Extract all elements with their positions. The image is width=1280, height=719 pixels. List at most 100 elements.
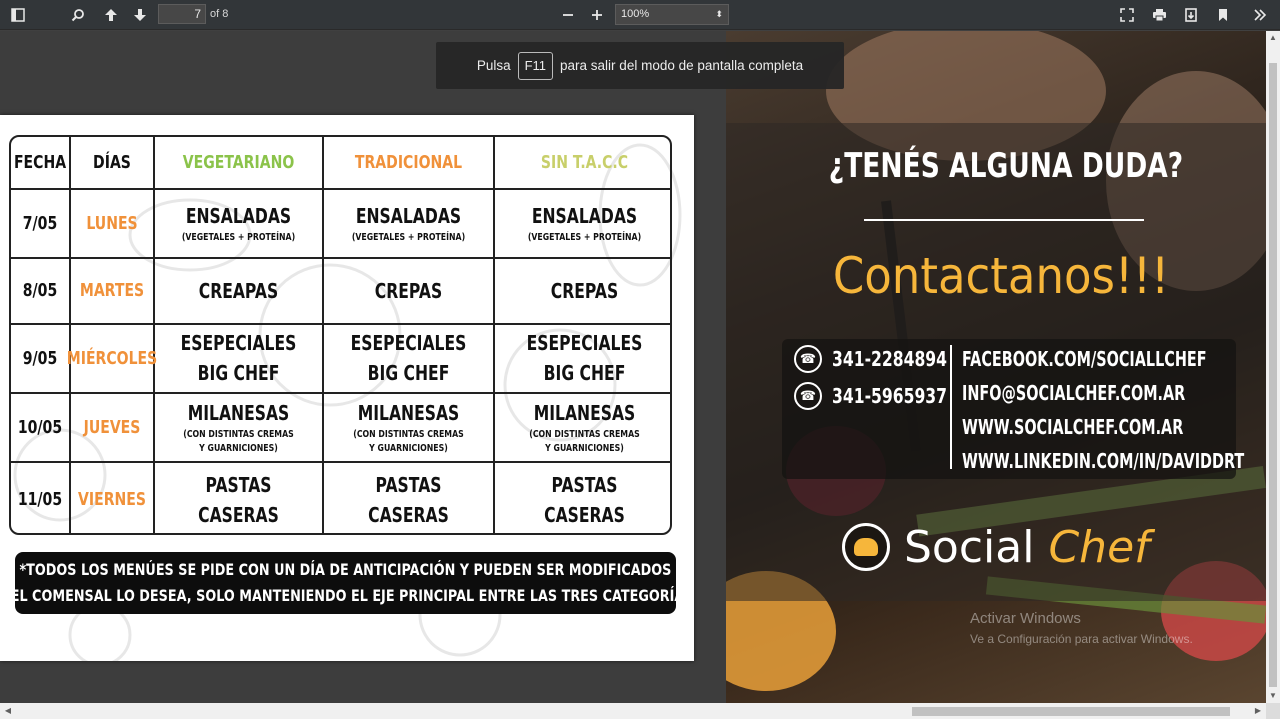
row-day: MIÉRCOLES bbox=[66, 347, 158, 369]
brand-social: Social bbox=[904, 521, 1035, 573]
phone-number: 341-2284894 bbox=[832, 347, 948, 371]
print-icon[interactable] bbox=[1149, 5, 1169, 25]
chef-hat-icon bbox=[842, 523, 890, 571]
facebook-link: FACEBOOK.COM/SOCIALLCHEF bbox=[962, 347, 1207, 371]
whatsapp-icon: ☎ bbox=[794, 345, 822, 373]
sidebar-toggle-icon[interactable] bbox=[8, 5, 28, 25]
watermark-line-2: Ve a Configuración para activar Windows. bbox=[970, 632, 1193, 646]
dish-subtitle: (VEGETALES + PROTEÍNA) bbox=[181, 231, 296, 243]
bookmark-icon[interactable] bbox=[1213, 5, 1233, 25]
scroll-down-icon[interactable]: ▼ bbox=[1266, 689, 1280, 703]
scroll-left-icon[interactable]: ◀ bbox=[0, 703, 16, 719]
dish-subtitle: (CON DISTINTAS CREMAS bbox=[353, 428, 464, 440]
dish-name: MILANESAS bbox=[187, 400, 290, 425]
row-day: JUEVES bbox=[83, 416, 141, 438]
menu-page: FECHA DÍAS VEGETARIANO TRADICIONAL SIN T… bbox=[0, 115, 694, 661]
contact-box: ☎ 341-2284894 ☎ 341-5965937 FACEBOOK.COM… bbox=[782, 339, 1244, 479]
f11-key: F11 bbox=[517, 51, 554, 80]
menu-table: FECHA DÍAS VEGETARIANO TRADICIONAL SIN T… bbox=[9, 135, 672, 535]
horizontal-scroll-thumb[interactable] bbox=[912, 707, 1230, 716]
heading-underline bbox=[864, 219, 1144, 221]
dish-subtitle: (CON DISTINTAS CREMAS bbox=[183, 428, 294, 440]
zoom-select[interactable]: 100% ⬍ bbox=[615, 4, 729, 25]
zoom-in-icon[interactable] bbox=[587, 5, 607, 25]
dish-name: PASTAS CASERAS bbox=[198, 472, 279, 527]
dish-name: CREAPAS bbox=[198, 278, 279, 303]
menu-cell-trad: MILANESAS (CON DISTINTAS CREMAS Y GUARNI… bbox=[343, 393, 475, 461]
row-day: VIERNES bbox=[78, 489, 146, 510]
menu-cell-sin: MILANESAS (CON DISTINTAS CREMAS Y GUARNI… bbox=[515, 393, 655, 461]
search-icon[interactable] bbox=[68, 5, 88, 25]
scrollbar-corner bbox=[1266, 703, 1280, 719]
menu-cell-veg: ESEPECIALES BIG CHEF bbox=[173, 324, 303, 392]
zoom-out-icon[interactable] bbox=[558, 5, 578, 25]
dish-name-line2: BIG CHEF bbox=[197, 361, 280, 385]
dish-name: ESEPECIALES bbox=[350, 331, 467, 355]
vertical-scroll-thumb[interactable] bbox=[1269, 63, 1277, 687]
menu-cell-sin: CREPAS bbox=[515, 258, 655, 323]
horizontal-scrollbar[interactable]: ◀ ▶ bbox=[0, 703, 1266, 719]
dish-name: CREPAS bbox=[550, 278, 619, 303]
dish-name: MILANESAS bbox=[357, 400, 460, 425]
header-dias: DÍAS bbox=[93, 152, 131, 173]
menu-cell-veg: CREAPAS bbox=[173, 258, 303, 323]
header-sin-tacc: SIN T.A.C.C bbox=[540, 152, 629, 173]
vertical-scrollbar[interactable]: ▲ ▼ bbox=[1266, 31, 1280, 703]
notice-line-2: SI EL COMENSAL LO DESEA, SOLO MANTENIEND… bbox=[0, 586, 694, 605]
scroll-right-icon[interactable]: ▶ bbox=[1250, 703, 1266, 719]
dish-name: PASTAS CASERAS bbox=[544, 472, 625, 527]
page-number-input[interactable]: 7 bbox=[158, 4, 206, 24]
menu-cell-trad: PASTAS CASERAS bbox=[343, 462, 475, 533]
dish-name-line2: BIG CHEF bbox=[367, 361, 450, 385]
menu-cell-trad: ENSALADAS (VEGETALES + PROTEÍNA) bbox=[343, 189, 475, 257]
dish-name-line2: BIG CHEF bbox=[543, 361, 626, 385]
next-page-icon[interactable] bbox=[130, 5, 150, 25]
linkedin-link: WWW.LINKEDIN.COM/IN/DAVIDDRT bbox=[962, 449, 1245, 473]
email-link: INFO@SOCIALCHEF.COM.AR bbox=[962, 381, 1186, 405]
previous-page-icon[interactable] bbox=[101, 5, 121, 25]
document-viewer[interactable]: FECHA DÍAS VEGETARIANO TRADICIONAL SIN T… bbox=[0, 31, 1266, 703]
header-tradicional: TRADICIONAL bbox=[354, 152, 463, 173]
row-date: 9/05 bbox=[22, 347, 58, 369]
tools-icon[interactable] bbox=[1250, 5, 1270, 25]
dish-subtitle: (CON DISTINTAS CREMAS bbox=[529, 428, 640, 440]
brand-logo: Social Chef bbox=[842, 517, 1150, 577]
dish-subtitle-line2: Y GUARNICIONES) bbox=[369, 443, 448, 454]
menu-cell-veg: PASTAS CASERAS bbox=[173, 462, 303, 533]
row-date: 7/05 bbox=[22, 212, 58, 234]
website-link: WWW.SOCIALCHEF.COM.AR bbox=[962, 415, 1184, 439]
menu-cell-sin: ESEPECIALES BIG CHEF bbox=[515, 324, 655, 392]
menu-notice: *TODOS LOS MENÚES SE PIDE CON UN DÍA DE … bbox=[0, 552, 694, 614]
pdf-toolbar: 7 of 8 100% ⬍ bbox=[0, 0, 1280, 30]
presentation-mode-icon[interactable] bbox=[1117, 5, 1137, 25]
watermark-line-1: Activar Windows bbox=[970, 610, 1081, 627]
download-icon[interactable] bbox=[1181, 5, 1201, 25]
zoom-value: 100% bbox=[621, 8, 650, 20]
whatsapp-icon: ☎ bbox=[794, 382, 822, 410]
row-date: 10/05 bbox=[17, 416, 63, 438]
contact-divider bbox=[950, 345, 952, 469]
dish-name: ESEPECIALES bbox=[526, 331, 643, 355]
dish-name: ENSALADAS bbox=[355, 203, 462, 228]
dish-subtitle: (VEGETALES + PROTEÍNA) bbox=[527, 231, 642, 243]
dish-name: CREPAS bbox=[374, 278, 443, 303]
menu-cell-trad: CREPAS bbox=[343, 258, 475, 323]
row-day: LUNES bbox=[86, 212, 138, 234]
scroll-up-icon[interactable]: ▲ bbox=[1266, 31, 1280, 45]
menu-cell-sin: PASTAS CASERAS bbox=[515, 462, 655, 533]
select-arrows-icon: ⬍ bbox=[715, 9, 723, 19]
row-day: MARTES bbox=[79, 280, 145, 301]
dish-subtitle: (VEGETALES + PROTEÍNA) bbox=[351, 231, 466, 243]
dish-subtitle-line2: Y GUARNICIONES) bbox=[199, 443, 278, 454]
dish-name: ENSALADAS bbox=[531, 203, 638, 228]
page-total-label: of 8 bbox=[210, 8, 229, 20]
brand-chef: Chef bbox=[1048, 521, 1150, 573]
dish-name: PASTAS CASERAS bbox=[368, 472, 449, 527]
row-date: 11/05 bbox=[17, 489, 63, 510]
contact-page: ¿TENÉS ALGUNA DUDA? Contactanos!!! ☎ 341… bbox=[726, 31, 1266, 703]
menu-cell-trad: ESEPECIALES BIG CHEF bbox=[343, 324, 475, 392]
banner-suffix: para salir del modo de pantalla completa bbox=[560, 58, 804, 73]
dish-subtitle-line2: Y GUARNICIONES) bbox=[545, 443, 624, 454]
fullscreen-exit-banner: Pulsa F11 para salir del modo de pantall… bbox=[436, 42, 844, 89]
dish-name: ENSALADAS bbox=[185, 203, 292, 228]
